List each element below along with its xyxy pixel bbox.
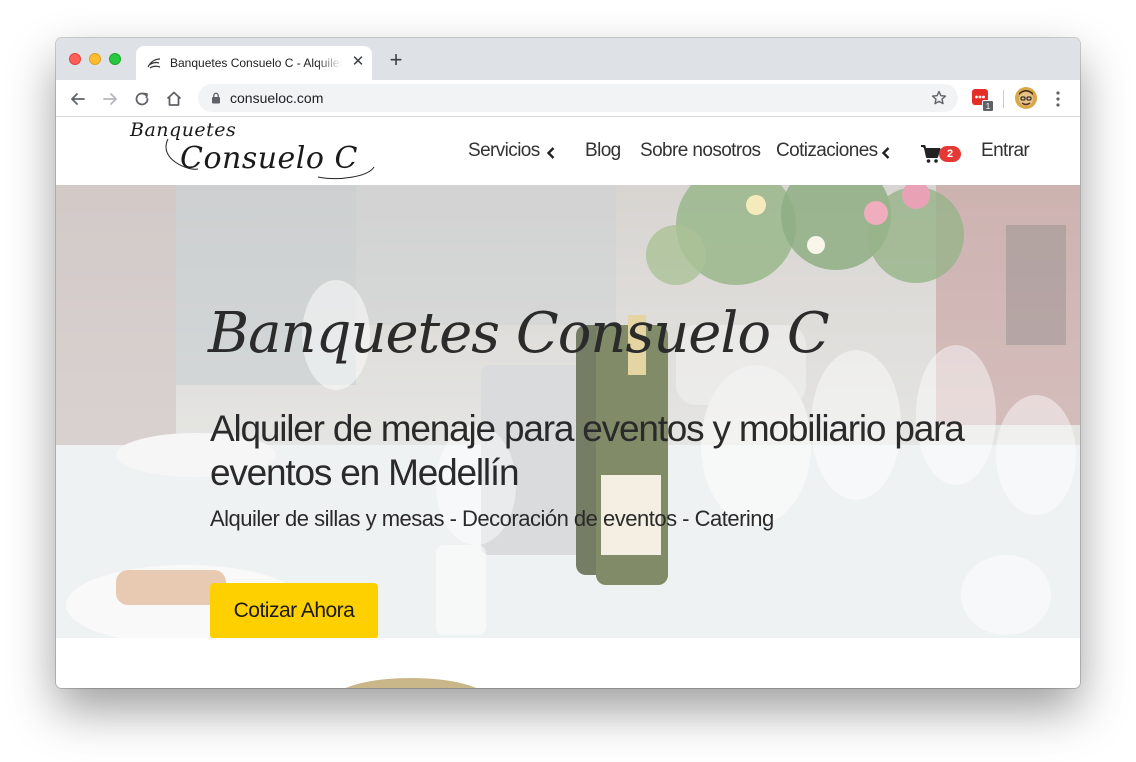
forward-arrow-icon[interactable] xyxy=(100,89,120,109)
tab-title: Banquetes Consuelo C - Alquiler xyxy=(170,56,342,70)
cart-count-badge: 2 xyxy=(939,146,961,162)
logo-flourish-icon xyxy=(165,138,375,180)
browser-toolbar: consueloc.com 1 xyxy=(56,80,1080,117)
tab-strip: Banquetes Consuelo C - Alquiler ✕ + xyxy=(56,38,1080,80)
hero-banner: Banquetes Consuelo C Alquiler de menaje … xyxy=(56,185,1080,638)
reload-icon[interactable] xyxy=(132,89,152,109)
below-fold-section xyxy=(56,638,1080,688)
site-favicon-icon xyxy=(147,58,161,69)
new-tab-button[interactable]: + xyxy=(386,49,406,71)
lock-icon xyxy=(212,92,220,104)
profile-avatar[interactable] xyxy=(1015,87,1037,109)
back-arrow-icon[interactable] xyxy=(68,89,88,109)
minimize-window-button[interactable] xyxy=(89,53,101,65)
nav-sobre-nosotros[interactable]: Sobre nosotros xyxy=(640,140,761,164)
nav-cotizaciones[interactable]: Cotizaciones xyxy=(776,140,878,164)
maximize-window-button[interactable] xyxy=(109,53,121,65)
close-window-button[interactable] xyxy=(69,53,81,65)
nav-entrar[interactable]: Entrar xyxy=(981,140,1030,164)
nav-servicios[interactable]: Servicios xyxy=(468,140,540,164)
site-header: Banquetes Consuelo C Servicios Blog Sobr… xyxy=(56,117,1080,185)
toolbar-divider xyxy=(1003,90,1004,108)
hero-subtitle: Alquiler de menaje para eventos y mobili… xyxy=(210,408,965,493)
nav-blog[interactable]: Blog xyxy=(585,140,621,164)
bookmark-star-icon[interactable] xyxy=(930,89,948,107)
browser-menu-icon[interactable] xyxy=(1050,89,1066,109)
cotizar-ahora-button[interactable]: Cotizar Ahora xyxy=(210,583,378,638)
browser-window: Banquetes Consuelo C - Alquiler ✕ + cons… xyxy=(56,38,1080,688)
extension-badge: 1 xyxy=(982,100,994,112)
site-logo[interactable]: Banquetes Consuelo C xyxy=(128,119,378,183)
tab-close-icon[interactable]: ✕ xyxy=(350,54,366,70)
url-text[interactable]: consueloc.com xyxy=(230,90,323,106)
profile-face-icon xyxy=(1015,87,1037,109)
hero-tagline: Alquiler de sillas y mesas - Decoración … xyxy=(210,506,774,531)
home-icon[interactable] xyxy=(164,89,184,109)
address-bar[interactable]: consueloc.com xyxy=(198,84,958,112)
tab-active[interactable]: Banquetes Consuelo C - Alquiler ✕ xyxy=(136,46,372,80)
chevron-left-icon[interactable] xyxy=(545,146,557,160)
hero-title: Banquetes Consuelo C xyxy=(208,301,830,366)
section-image-peek xyxy=(336,678,486,688)
chevron-left-icon[interactable] xyxy=(880,146,892,160)
